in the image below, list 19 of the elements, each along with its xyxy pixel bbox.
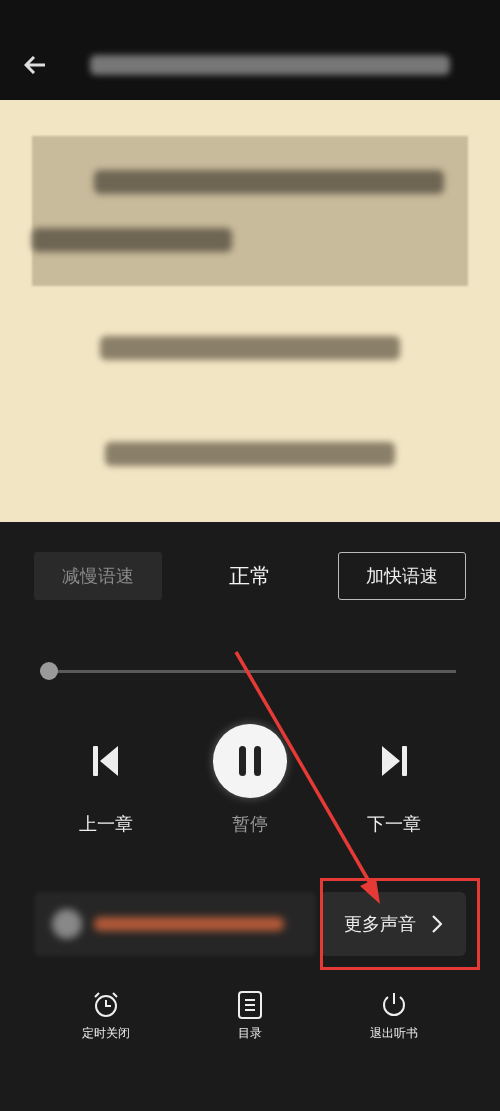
control-label: 下一章 [367, 812, 421, 836]
speed-value: 正常 [229, 563, 271, 590]
exit-tool-button[interactable]: 退出听书 [322, 990, 466, 1043]
slider-thumb[interactable] [40, 662, 58, 680]
contents-tool-button[interactable]: 目录 [178, 990, 322, 1043]
back-arrow-icon[interactable] [24, 56, 46, 74]
pause-icon [239, 746, 261, 776]
speed-up-button[interactable]: 加快语速 [338, 552, 466, 600]
power-icon [380, 991, 408, 1019]
next-icon [381, 746, 407, 776]
chevron-right-icon [432, 915, 442, 933]
control-label: 暂停 [232, 812, 268, 836]
previous-icon [93, 746, 119, 776]
control-label: 上一章 [79, 812, 133, 836]
list-icon [237, 991, 263, 1019]
alarm-clock-icon [92, 991, 120, 1019]
timer-tool-button[interactable]: 定时关闭 [34, 990, 178, 1043]
pause-button[interactable] [213, 724, 287, 798]
more-voices-button[interactable]: 更多声音 [320, 892, 466, 956]
